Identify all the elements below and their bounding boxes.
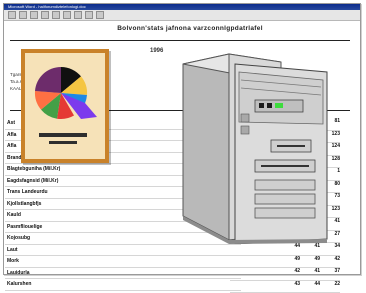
table-row: Laut: [5, 244, 241, 256]
report-heading: Bolvonn'stats jafnona varzconnlgpdatrlaf…: [60, 25, 320, 32]
row-label: Kojosubg: [5, 233, 174, 245]
table-row: 43 44 22: [230, 281, 340, 293]
toolbar-button-copy[interactable]: [74, 11, 82, 19]
chart-caption-line: [49, 141, 77, 144]
cell-value: 37: [326, 268, 340, 280]
cell-value: 42: [286, 268, 300, 280]
cell-value: 41: [306, 243, 320, 255]
row-label: Lauidurla: [5, 267, 174, 279]
power-led-icon: [275, 103, 283, 108]
row-label: Laut: [5, 244, 174, 256]
row-value: [174, 244, 207, 256]
row-label: Kjollstlangbfjs: [5, 198, 174, 210]
toolbar-button-paste[interactable]: [85, 11, 93, 19]
row-label: Trans Landeurdu: [5, 187, 174, 199]
document-toolbar: [4, 10, 360, 21]
cell-value: 42: [326, 256, 340, 268]
reset-button-icon: [267, 103, 272, 108]
cell-value: 44: [306, 281, 320, 293]
cell-value: 41: [306, 268, 320, 280]
toolbar-button-undo[interactable]: [96, 11, 104, 19]
row-label: Kauld: [5, 210, 174, 222]
row-label: Mork: [5, 256, 174, 268]
toolbar-button-open[interactable]: [19, 11, 27, 19]
row-label: Kalurshen: [5, 279, 174, 291]
toolbar-button-print[interactable]: [41, 11, 49, 19]
row-value: [174, 267, 207, 279]
cell-value: 22: [326, 281, 340, 293]
row-value: [174, 256, 207, 268]
table-row: 42 41 37: [230, 268, 340, 281]
table-row: 49 49 42: [230, 256, 340, 269]
chart-caption-line: [39, 133, 87, 137]
cell-value: 34: [326, 243, 340, 255]
computer-tower-icon[interactable]: [177, 44, 332, 244]
table-row: 44 41 34: [230, 243, 340, 256]
table-row: Lauidurla: [5, 267, 241, 279]
table-row: Mork: [5, 256, 241, 268]
cell-value: 44: [286, 243, 300, 255]
toolbar-button-new[interactable]: [8, 11, 16, 19]
row-label: Eagdsfagnsid (Mil.Kr): [5, 175, 174, 187]
chart-report-icon[interactable]: [21, 49, 109, 163]
header-divider: [10, 40, 350, 41]
table-row: Kalurshen: [5, 279, 241, 291]
row-label: Pasmfliouelige: [5, 221, 174, 233]
report-year: 1996: [150, 48, 163, 54]
cell-value: 43: [286, 281, 300, 293]
toolbar-button-preview[interactable]: [52, 11, 60, 19]
toolbar-button-save[interactable]: [30, 11, 38, 19]
power-button-icon: [259, 103, 264, 108]
row-label: Blagtebguniha (Mil.Kr): [5, 164, 174, 176]
pie-slice: [35, 67, 61, 93]
toolbar-button-cut[interactable]: [63, 11, 71, 19]
cell-value: 49: [286, 256, 300, 268]
row-value: [174, 279, 207, 291]
cell-value: 49: [306, 256, 320, 268]
